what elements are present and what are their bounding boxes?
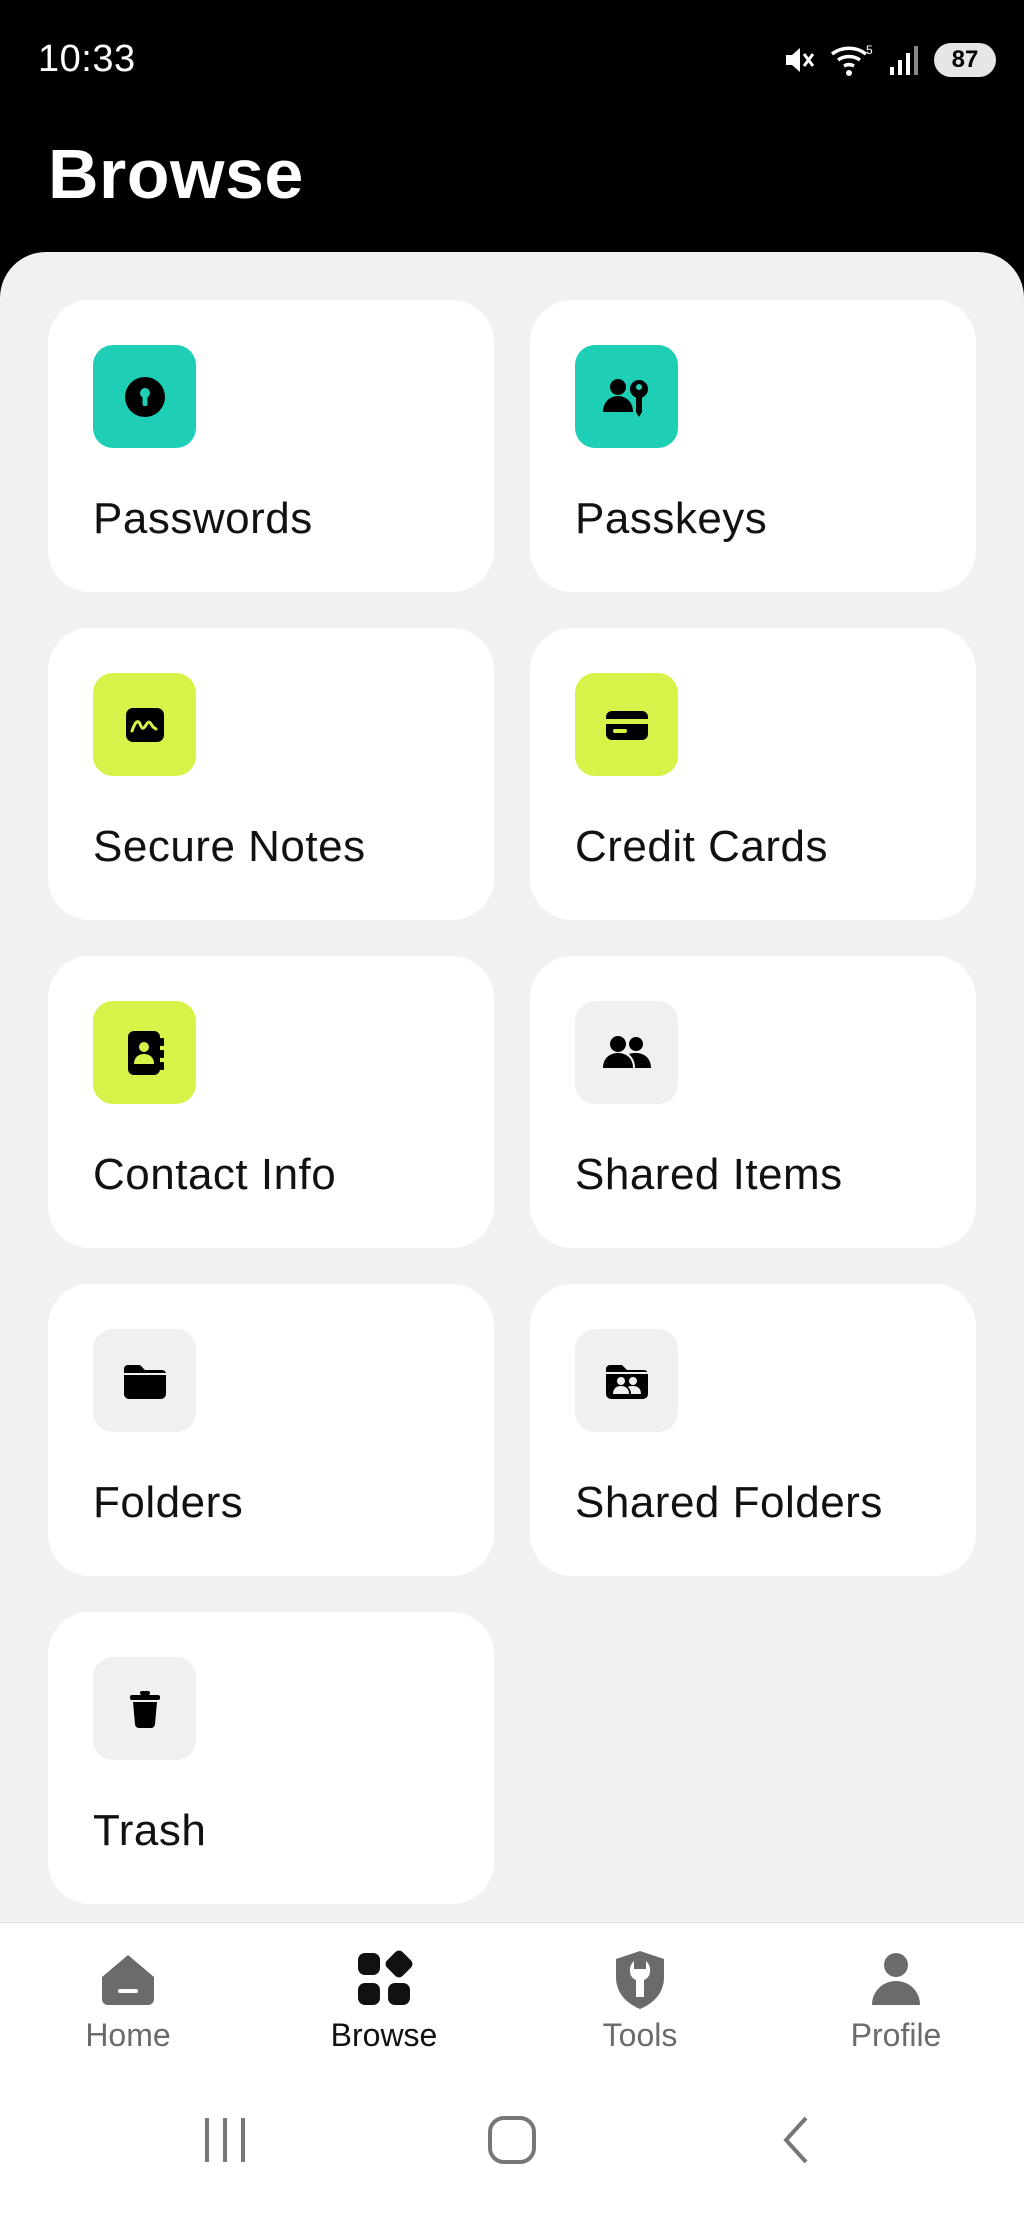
nav-label: Profile	[850, 2017, 942, 2053]
category-card-passwords[interactable]: Passwords	[48, 300, 494, 592]
status-icons: 5 87	[780, 40, 996, 80]
nav-item-home[interactable]: Home	[28, 1947, 228, 2054]
folder-icon	[123, 1364, 166, 1399]
category-label: Contact Info	[93, 1150, 337, 1199]
passkey-icon	[602, 378, 648, 417]
category-card-trash[interactable]: Trash	[48, 1612, 494, 1904]
signature-note-icon	[125, 707, 164, 742]
category-card-folders[interactable]: Folders	[48, 1284, 494, 1576]
shared-folder-icon	[605, 1364, 648, 1399]
trash-icon	[129, 1690, 160, 1728]
status-bar: 10:33 5 87	[0, 0, 1024, 120]
category-tile	[575, 345, 678, 448]
back-icon[interactable]	[776, 2110, 816, 2170]
battery-indicator: 87	[934, 43, 996, 77]
category-card-contact-info[interactable]: Contact Info	[48, 956, 494, 1248]
nav-item-profile[interactable]: Profile	[796, 1947, 996, 2054]
category-label: Passwords	[93, 494, 313, 543]
category-tile	[93, 345, 196, 448]
tools-shield-icon	[616, 1951, 664, 2009]
nav-label: Browse	[330, 2017, 438, 2053]
category-label: Folders	[93, 1478, 244, 1527]
keyhole-icon	[124, 376, 165, 417]
browse-sheet: Passwords Passkeys Secure Notes Credit C…	[0, 252, 1024, 1922]
category-tile	[575, 673, 678, 776]
category-label: Credit Cards	[575, 822, 828, 871]
recent-apps-icon[interactable]	[200, 2110, 250, 2170]
status-time: 10:33	[38, 38, 136, 80]
signal-icon	[890, 46, 918, 75]
system-nav-bar	[0, 2070, 1024, 2218]
category-tile	[93, 1329, 196, 1432]
credit-card-icon	[605, 710, 648, 740]
contact-book-icon	[127, 1030, 164, 1075]
nav-label: Home	[85, 2017, 171, 2053]
home-icon	[102, 1955, 154, 2005]
category-label: Shared Folders	[575, 1478, 883, 1527]
page-title: Browse	[48, 135, 304, 213]
category-card-credit-cards[interactable]: Credit Cards	[530, 628, 976, 920]
category-tile	[93, 673, 196, 776]
category-label: Passkeys	[575, 494, 768, 543]
category-card-secure-notes[interactable]: Secure Notes	[48, 628, 494, 920]
bottom-nav: Home Browse Tools Profile	[0, 1922, 1024, 2071]
profile-icon	[872, 1953, 920, 2005]
category-tile	[93, 1657, 196, 1760]
category-card-shared-items[interactable]: Shared Items	[530, 956, 976, 1248]
category-tile	[575, 1329, 678, 1432]
category-label: Secure Notes	[93, 822, 366, 871]
browse-grid-icon	[358, 1950, 413, 2005]
home-button-icon[interactable]	[482, 2110, 542, 2170]
category-card-passkeys[interactable]: Passkeys	[530, 300, 976, 592]
svg-text:5: 5	[866, 43, 873, 57]
nav-label: Tools	[602, 2017, 678, 2053]
nav-item-tools[interactable]: Tools	[540, 1947, 740, 2054]
people-icon	[602, 1035, 651, 1068]
nav-item-browse[interactable]: Browse	[284, 1947, 484, 2054]
category-card-shared-folders[interactable]: Shared Folders	[530, 1284, 976, 1576]
mute-icon	[786, 48, 815, 72]
wifi-icon: 5	[830, 43, 873, 76]
category-label: Shared Items	[575, 1150, 843, 1199]
category-label: Trash	[93, 1806, 207, 1855]
category-tile	[93, 1001, 196, 1104]
category-tile	[575, 1001, 678, 1104]
